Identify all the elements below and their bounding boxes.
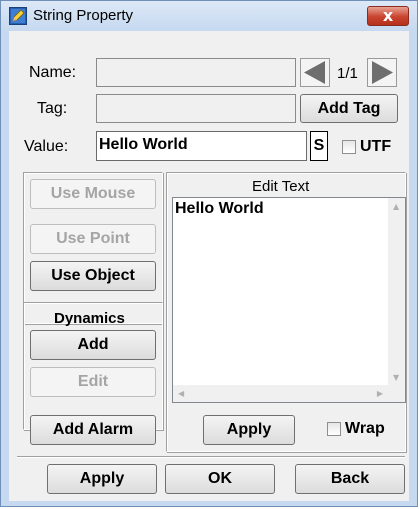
footer-divider xyxy=(17,456,405,458)
close-button[interactable]: x xyxy=(367,6,409,26)
use-mouse-button[interactable]: Use Mouse xyxy=(30,179,156,209)
wrap-label: Wrap xyxy=(345,420,385,437)
name-field[interactable] xyxy=(96,58,296,87)
window-title: String Property xyxy=(33,7,134,24)
pencil-icon xyxy=(9,7,27,25)
add-alarm-button[interactable]: Add Alarm xyxy=(30,415,156,445)
back-button[interactable]: Back xyxy=(295,464,405,494)
scrollbar-corner xyxy=(388,385,405,402)
apply-button[interactable]: Apply xyxy=(47,464,157,494)
use-point-button[interactable]: Use Point xyxy=(30,224,156,254)
edit-text-area[interactable]: Hello World ▲ ▼ ◀ ▶ xyxy=(172,197,406,403)
close-icon: x xyxy=(382,6,394,25)
dialog-body: Name: 1/1 Tag: Add Tag Value: Hello Worl… xyxy=(9,31,409,501)
edit-text-content: Hello World xyxy=(175,200,264,217)
utf-label: UTF xyxy=(360,138,392,155)
use-object-button[interactable]: Use Object xyxy=(30,261,156,291)
scroll-right-icon[interactable]: ▶ xyxy=(377,389,383,398)
string-property-window: String Property x Name: 1/1 Tag: Add Tag… xyxy=(0,0,418,507)
value-input[interactable]: Hello World xyxy=(96,131,307,161)
vertical-scrollbar[interactable]: ▲ ▼ xyxy=(388,198,405,385)
scroll-down-icon[interactable]: ▼ xyxy=(393,373,399,382)
horizontal-scrollbar[interactable]: ◀ ▶ xyxy=(173,385,388,402)
edit-text-apply-button[interactable]: Apply xyxy=(203,415,295,445)
page-counter: 1/1 xyxy=(337,65,358,82)
add-tag-button[interactable]: Add Tag xyxy=(300,94,398,123)
dynamics-edit-button[interactable]: Edit xyxy=(30,367,156,397)
utf-checkbox[interactable] xyxy=(342,140,356,154)
wrap-checkbox[interactable] xyxy=(327,422,341,436)
tag-field[interactable] xyxy=(96,94,296,123)
name-label: Name: xyxy=(29,64,77,81)
value-label: Value: xyxy=(24,138,69,155)
triangle-left-icon[interactable] xyxy=(300,58,330,87)
scroll-up-icon[interactable]: ▲ xyxy=(393,202,399,211)
edit-text-title: Edit Text xyxy=(252,178,310,195)
dynamics-add-button[interactable]: Add xyxy=(30,330,156,360)
ok-button[interactable]: OK xyxy=(165,464,275,494)
s-button[interactable]: S xyxy=(310,131,328,161)
triangle-right-icon[interactable] xyxy=(367,58,397,87)
dynamics-title: Dynamics xyxy=(54,310,125,327)
title-bar[interactable]: String Property x xyxy=(1,1,417,31)
tag-label: Tag: xyxy=(37,100,68,117)
scroll-left-icon[interactable]: ◀ xyxy=(178,389,184,398)
